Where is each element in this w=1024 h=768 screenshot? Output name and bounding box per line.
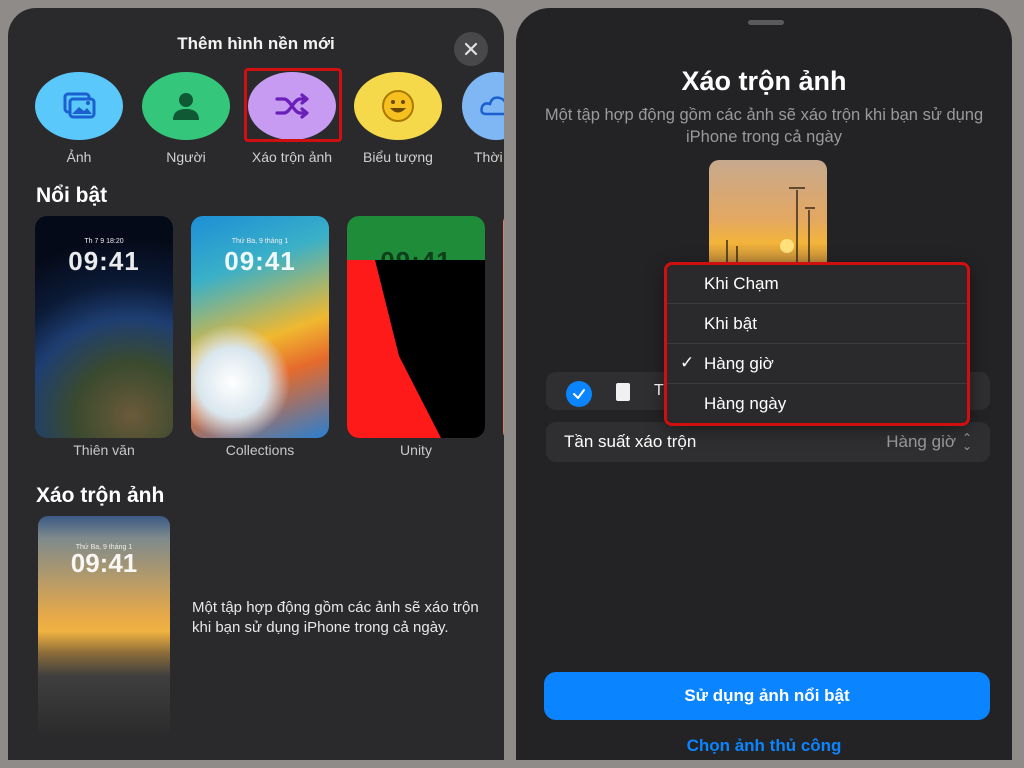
shuffle-description: Một tập hợp động gồm các ảnh sẽ xáo trộn… xyxy=(192,599,479,636)
wallpaper-caption: Unity xyxy=(400,442,432,458)
category-label: Xáo trộn ảnh xyxy=(251,149,333,165)
panel-title: Thêm hình nền mới xyxy=(177,34,335,53)
menu-item-label: Hàng giờ xyxy=(704,354,774,373)
emoji-icon xyxy=(354,72,442,140)
category-photos[interactable]: Ảnh xyxy=(31,72,127,167)
shuffle-highlight xyxy=(244,68,342,142)
category-people[interactable]: Người xyxy=(138,72,234,167)
lock-time: 09:41 xyxy=(70,548,138,578)
chevron-updown-icon: ⌃ ⌄ xyxy=(961,431,972,453)
frequency-value: Hàng giờ xyxy=(886,432,956,451)
menu-item-on-tap[interactable]: Khi Chạm xyxy=(666,264,968,304)
wallpaper-astronomy[interactable]: Th 7 9 18:20 09:41 xyxy=(35,216,173,438)
menu-item-hourly[interactable]: ✓ Hàng giờ xyxy=(666,344,968,384)
menu-item-on-wake[interactable]: Khi bật xyxy=(666,304,968,344)
building-icon[interactable] xyxy=(616,383,630,401)
lock-time: 09:41 xyxy=(380,246,452,276)
lock-date: Th 7 9 18:20 xyxy=(84,238,124,245)
preview-scene xyxy=(726,187,815,270)
checkmark-icon: ✓ xyxy=(680,353,695,372)
row-text: T xyxy=(654,382,664,399)
category-label: Ảnh xyxy=(66,149,92,165)
shuffle-wallpaper-thumb[interactable]: Thứ Ba, 9 tháng 1 09:41 xyxy=(38,516,170,738)
menu-item-label: Khi Chạm xyxy=(704,274,779,293)
sheet-description: Một tập hợp động gồm các ảnh sẽ xáo trộn… xyxy=(544,106,984,146)
menu-item-daily[interactable]: Hàng ngày xyxy=(666,384,968,424)
wallpaper-caption: Thiên văn xyxy=(73,442,135,458)
sheet-grabber[interactable] xyxy=(748,20,784,25)
weather-icon xyxy=(462,72,504,140)
use-featured-button[interactable]: Sử dụng ảnh nổi bật xyxy=(544,672,990,720)
checkmark-icon[interactable] xyxy=(566,381,592,407)
add-wallpaper-panel: Thêm hình nền mới Ảnh Người Xáo trộn ảnh… xyxy=(8,8,504,760)
lock-date: Thứ Ba, 9 tháng 1 xyxy=(231,238,289,245)
category-label: Người xyxy=(166,149,206,165)
wallpaper-collections[interactable]: Thứ Ba, 9 tháng 1 09:41 xyxy=(191,216,329,438)
shuffle-settings-panel: Xáo trộn ảnh Một tập hợp động gồm các ản… xyxy=(516,8,1012,760)
wallpaper-unity[interactable]: 09:41 xyxy=(347,216,485,438)
close-button[interactable] xyxy=(454,32,488,66)
person-icon xyxy=(142,72,230,140)
category-label: Biểu tượng xyxy=(363,149,433,165)
frequency-label: Tần suất xáo trộn xyxy=(564,432,697,451)
category-emoji[interactable]: Biểu tượng xyxy=(350,72,446,167)
lock-time: 09:41 xyxy=(68,246,140,276)
frequency-menu: Khi Chạm Khi bật ✓ Hàng giờ Hàng ngày xyxy=(666,264,968,424)
close-icon xyxy=(464,42,478,56)
category-weather[interactable]: Thời xyxy=(456,72,504,167)
choose-manually-button[interactable]: Chọn ảnh thủ công xyxy=(516,736,1012,756)
shuffle-frequency-row[interactable]: Tần suất xáo trộn Hàng giờ ⌃ ⌄ xyxy=(546,422,990,462)
featured-title: Nổi bật xyxy=(36,184,108,207)
photos-icon xyxy=(35,72,123,140)
lock-time: 09:41 xyxy=(224,246,296,276)
menu-item-label: Khi bật xyxy=(704,314,757,333)
category-label: Thời xyxy=(474,149,503,165)
wallpaper-preview xyxy=(709,160,827,270)
next-wallpaper-peek[interactable] xyxy=(503,216,504,438)
wallpaper-caption: Collections xyxy=(225,442,295,458)
menu-item-label: Hàng ngày xyxy=(704,394,787,413)
shuffle-section-title: Xáo trộn ảnh xyxy=(36,484,165,507)
sheet-title: Xáo trộn ảnh xyxy=(681,66,847,96)
